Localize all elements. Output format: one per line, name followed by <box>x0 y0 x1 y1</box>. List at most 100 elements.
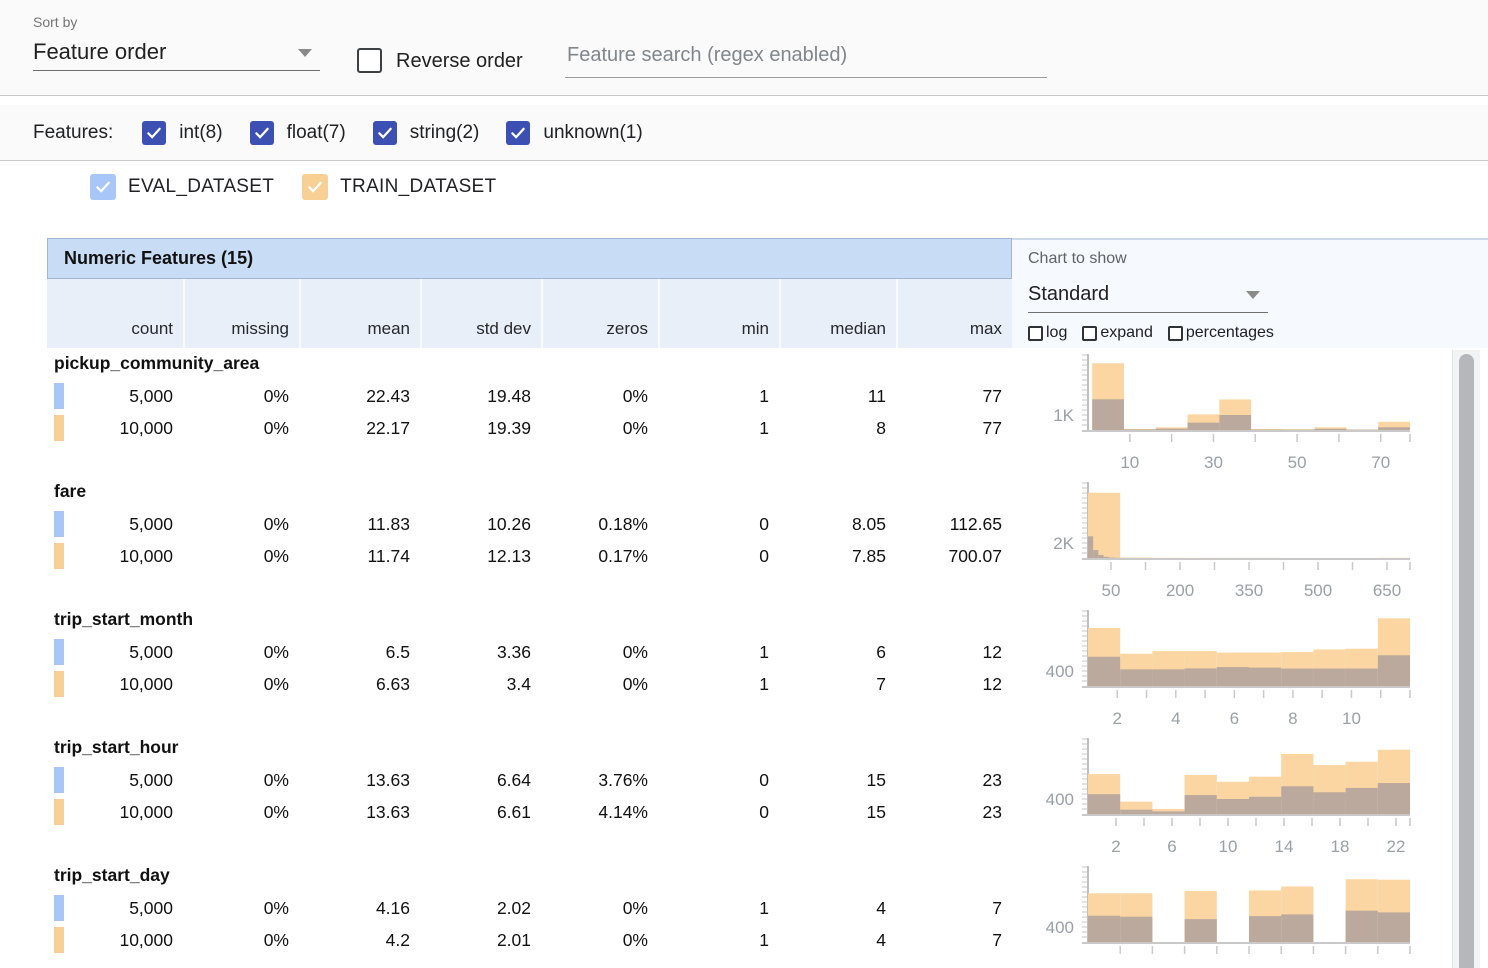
dataset-legend: EVAL_DATASET TRAIN_DATASET <box>90 174 496 200</box>
stat-max: 7 <box>896 895 1012 921</box>
feature-name: fare <box>54 481 86 502</box>
svg-text:400: 400 <box>1046 918 1074 937</box>
checkbox-checked-icon <box>373 121 397 145</box>
stat-row-eval: 5,0000%11.8310.260.18%08.05112.65 <box>47 511 1012 537</box>
histogram-trip_start_day: 400 <box>1030 862 1430 968</box>
scrollbar-thumb[interactable] <box>1459 354 1474 968</box>
column-header-min[interactable]: min <box>658 279 779 348</box>
stat-max: 700.07 <box>896 543 1012 569</box>
svg-text:4: 4 <box>1171 709 1180 728</box>
chart-controls-panel: Chart to show Standard log expand percenta… <box>1012 238 1488 348</box>
stat-missing: 0% <box>183 415 299 441</box>
chart-type-value: Standard <box>1028 283 1109 305</box>
chart-option-log[interactable]: log <box>1028 324 1067 342</box>
histogram-fare: 2K50200350500650 <box>1030 478 1430 606</box>
stat-min: 1 <box>658 895 779 921</box>
feature-search-input[interactable] <box>565 40 1047 78</box>
chart-type-select[interactable]: Standard <box>1028 279 1268 313</box>
feature-name: trip_start_month <box>54 609 193 630</box>
stat-mean: 6.5 <box>299 639 420 665</box>
stat-count: 10,000 <box>47 671 183 697</box>
chart-option-label: expand <box>1100 324 1153 342</box>
stat-median: 7.85 <box>779 543 896 569</box>
column-header-zeros[interactable]: zeros <box>541 279 658 348</box>
stat-row-eval: 5,0000%6.53.360%1612 <box>47 639 1012 665</box>
stat-mean: 4.16 <box>299 895 420 921</box>
histogram-chart-trip_start_month: 400246810 <box>1030 606 1430 734</box>
feature-block-trip_start_hour: trip_start_hour5,0000%13.636.643.76%0152… <box>47 734 1012 862</box>
stat-mean: 4.2 <box>299 927 420 953</box>
stat-std dev: 3.36 <box>420 639 541 665</box>
stat-mean: 22.43 <box>299 383 420 409</box>
stat-missing: 0% <box>183 671 299 697</box>
reverse-order-checkbox[interactable] <box>357 48 382 73</box>
stat-zeros: 4.14% <box>541 799 658 825</box>
feature-name: trip_start_day <box>54 865 170 886</box>
svg-text:500: 500 <box>1304 581 1332 600</box>
svg-text:10: 10 <box>1120 453 1139 472</box>
stat-mean: 13.63 <box>299 799 420 825</box>
reverse-order-label: Reverse order <box>396 49 523 74</box>
stat-median: 4 <box>779 895 896 921</box>
chart-to-show-label: Chart to show <box>1028 250 1127 268</box>
histogram-trip_start_month: 400246810 <box>1030 606 1430 734</box>
check-icon <box>509 124 527 142</box>
type-filter-label: string(2) <box>410 122 480 144</box>
column-header-mean[interactable]: mean <box>299 279 420 348</box>
stat-missing: 0% <box>183 543 299 569</box>
stat-std dev: 2.01 <box>420 927 541 953</box>
stat-median: 6 <box>779 639 896 665</box>
stat-max: 77 <box>896 415 1012 441</box>
column-header-median[interactable]: median <box>779 279 896 348</box>
type-filter-float7[interactable]: float(7) <box>250 121 346 145</box>
numeric-features-header: Numeric Features (15) <box>47 238 1012 279</box>
column-header-count[interactable]: count <box>47 279 183 348</box>
dataset-toggle-eval_dataset[interactable]: EVAL_DATASET <box>90 174 274 200</box>
svg-text:18: 18 <box>1331 837 1350 856</box>
feature-block-trip_start_month: trip_start_month 5,0000%6.53.360%1612 10,0… <box>47 606 1012 734</box>
svg-text:8: 8 <box>1288 709 1297 728</box>
dataset-checkbox-icon <box>302 174 328 200</box>
column-header-max[interactable]: max <box>896 279 1012 348</box>
feature-name: trip_start_hour <box>54 737 178 758</box>
type-filter-unknown1[interactable]: unknown(1) <box>506 121 642 145</box>
sort-by-label: Sort by <box>33 14 320 30</box>
stat-missing: 0% <box>183 767 299 793</box>
sort-by-group: Sort by Feature order <box>33 14 320 71</box>
svg-text:2K: 2K <box>1053 534 1074 553</box>
chart-option-percentages[interactable]: percentages <box>1168 324 1274 342</box>
type-filter-int8[interactable]: int(8) <box>142 121 222 145</box>
stat-row-train: 10,0000%4.22.010%147 <box>47 927 1012 953</box>
chart-option-expand[interactable]: expand <box>1082 324 1153 342</box>
histogram-chart-fare: 2K50200350500650 <box>1030 478 1430 606</box>
feature-name: pickup_community_area <box>54 353 259 374</box>
stat-median: 8 <box>779 415 896 441</box>
type-filter-string2[interactable]: string(2) <box>373 121 480 145</box>
dataset-toggle-train_dataset[interactable]: TRAIN_DATASET <box>302 174 496 200</box>
sort-by-select[interactable]: Feature order <box>33 37 320 71</box>
chevron-down-icon <box>298 49 312 57</box>
type-filter-label: int(8) <box>179 122 222 144</box>
column-header-std-dev[interactable]: std dev <box>420 279 541 348</box>
feature-stats-rows: pickup_community_area5,0000%22.4319.480%… <box>0 350 1488 968</box>
stat-max: 77 <box>896 383 1012 409</box>
column-header-missing[interactable]: missing <box>183 279 299 348</box>
stat-max: 12 <box>896 639 1012 665</box>
stat-max: 23 <box>896 799 1012 825</box>
stat-std dev: 6.64 <box>420 767 541 793</box>
stat-row-train: 10,0000%22.1719.390%1877 <box>47 415 1012 441</box>
check-icon <box>253 124 271 142</box>
svg-text:10: 10 <box>1219 837 1238 856</box>
type-filter-label: unknown(1) <box>543 122 642 144</box>
stat-zeros: 0% <box>541 671 658 697</box>
stat-median: 11 <box>779 383 896 409</box>
histogram-chart-trip_start_day: 400 <box>1030 862 1430 968</box>
stat-max: 23 <box>896 767 1012 793</box>
stat-missing: 0% <box>183 511 299 537</box>
toolbar: Sort by Feature order Reverse order <box>0 0 1488 96</box>
dataset-checkbox-icon <box>90 174 116 200</box>
stat-mean: 6.63 <box>299 671 420 697</box>
stat-zeros: 0% <box>541 383 658 409</box>
checkbox-unchecked-icon <box>1028 326 1043 341</box>
stat-min: 1 <box>658 639 779 665</box>
